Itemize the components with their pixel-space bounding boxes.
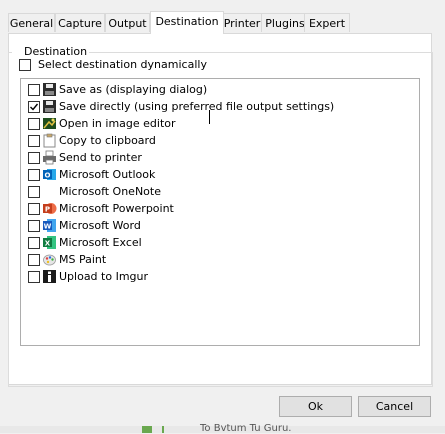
tab-general[interactable]: General xyxy=(8,13,55,32)
destination-label: Copy to clipboard xyxy=(59,134,156,147)
svg-text:W: W xyxy=(44,223,52,231)
destination-checkbox[interactable] xyxy=(28,169,40,181)
excel-icon: X xyxy=(43,236,56,249)
text-cursor-icon xyxy=(209,110,210,124)
destination-checkbox[interactable] xyxy=(28,118,40,130)
list-item[interactable]: W Microsoft Word xyxy=(21,218,419,235)
imgur-icon xyxy=(43,270,56,283)
clipboard-icon xyxy=(43,133,56,148)
svg-text:O: O xyxy=(45,172,51,180)
cancel-button[interactable]: Cancel xyxy=(358,396,431,417)
background-text: To Bvtum Tu Guru. xyxy=(200,423,292,434)
destination-label: Save directly (using preferred file outp… xyxy=(59,100,335,113)
list-item[interactable]: Copy to clipboard xyxy=(21,133,419,150)
tab-destination[interactable]: Destination xyxy=(150,11,224,34)
paint-palette-icon xyxy=(43,254,56,266)
dynamic-destination-checkbox[interactable] xyxy=(19,59,31,71)
destination-list[interactable]: Save as (displaying dialog) Save directl… xyxy=(20,78,420,346)
background-window-strip: To Bvtum Tu Guru. xyxy=(0,423,445,434)
ok-button[interactable]: Ok xyxy=(279,396,352,417)
list-item[interactable]: P Microsoft Powerpoint xyxy=(21,201,419,218)
destination-label: Save as (displaying dialog) xyxy=(59,83,208,96)
destination-label: Open in image editor xyxy=(59,117,176,130)
list-item[interactable]: Send to printer xyxy=(21,150,419,167)
list-item[interactable]: Save as (displaying dialog) xyxy=(21,82,419,99)
destination-checkbox[interactable] xyxy=(28,84,40,96)
floppy-disk-icon xyxy=(43,100,56,113)
printer-icon xyxy=(43,150,56,165)
destination-checkbox[interactable] xyxy=(28,101,40,113)
destination-checkbox[interactable] xyxy=(28,203,40,215)
outlook-icon: O xyxy=(43,169,56,180)
tab-plugins[interactable]: Plugins xyxy=(261,13,309,32)
checkmark-icon xyxy=(30,103,39,111)
tab-expert[interactable]: Expert xyxy=(304,13,350,32)
image-editor-icon xyxy=(43,118,56,129)
list-item[interactable]: X Microsoft Excel xyxy=(21,235,419,252)
list-item[interactable]: Open in image editor xyxy=(21,116,419,133)
dynamic-destination-label[interactable]: Select destination dynamically xyxy=(38,58,207,72)
svg-text:P: P xyxy=(45,206,50,214)
destination-checkbox[interactable] xyxy=(28,152,40,164)
list-item[interactable]: Upload to Imgur xyxy=(21,269,419,286)
destination-label: MS Paint xyxy=(59,253,107,266)
destination-checkbox[interactable] xyxy=(28,135,40,147)
list-item[interactable]: Save directly (using preferred file outp… xyxy=(21,99,419,116)
destination-label: Microsoft Word xyxy=(59,219,141,232)
list-item[interactable]: Microsoft OneNote xyxy=(21,184,419,201)
destination-label: Microsoft Outlook xyxy=(59,168,156,181)
list-item[interactable]: O Microsoft Outlook xyxy=(21,167,419,184)
tab-output[interactable]: Output xyxy=(105,13,150,32)
destination-label: Microsoft Powerpoint xyxy=(59,202,174,215)
destination-checkbox[interactable] xyxy=(28,271,40,283)
destination-label: Send to printer xyxy=(59,151,142,164)
floppy-disk-icon xyxy=(43,83,56,96)
destination-checkbox[interactable] xyxy=(28,237,40,249)
powerpoint-icon: P xyxy=(43,203,57,214)
destination-checkbox[interactable] xyxy=(28,254,40,266)
list-item[interactable]: MS Paint xyxy=(21,252,419,269)
destination-label: Microsoft OneNote xyxy=(59,185,161,198)
destination-label: Microsoft Excel xyxy=(59,236,142,249)
tab-printer[interactable]: Printer xyxy=(218,13,266,32)
groupbox-title: Destination xyxy=(22,45,90,58)
destination-label: Upload to Imgur xyxy=(59,270,149,283)
destination-checkbox[interactable] xyxy=(28,186,40,198)
destination-checkbox[interactable] xyxy=(28,220,40,232)
tab-capture[interactable]: Capture xyxy=(55,13,105,32)
svg-text:X: X xyxy=(45,240,51,248)
word-icon: W xyxy=(43,219,56,232)
